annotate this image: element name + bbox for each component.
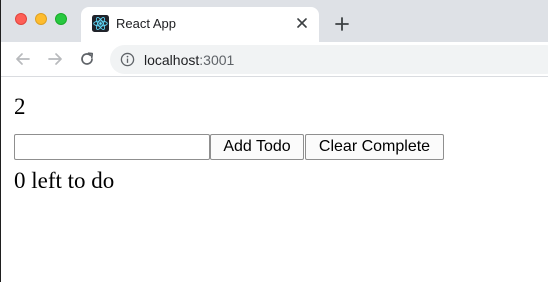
todo-input[interactable] [14,134,210,160]
plus-icon [335,17,349,31]
reload-icon [81,52,94,65]
arrow-left-icon [16,53,30,65]
new-tab-button[interactable] [331,13,353,35]
browser-tab[interactable]: React App [81,7,319,42]
url-host: localhost [144,52,200,68]
tab-strip: React App [1,0,548,42]
browser-toolbar: localhost:3001 [1,42,548,77]
react-atom-icon [92,15,109,32]
url-port: :3001 [199,52,235,68]
todo-count: 2 [14,94,26,119]
window-close-button[interactable] [15,13,27,25]
tab-title: React App [116,16,176,31]
remaining-count: 0 left to do [14,168,115,193]
reload-button[interactable] [76,48,98,70]
browser-window: React App localhost:3001 2 Add Todo Clea… [0,0,548,282]
address-bar[interactable]: localhost:3001 [110,45,548,74]
forward-button[interactable] [44,48,66,70]
tab-close-button[interactable] [293,14,311,32]
add-todo-button[interactable]: Add Todo [210,134,304,160]
clear-complete-button[interactable]: Clear Complete [305,134,444,160]
window-maximize-button[interactable] [55,13,67,25]
url-text: localhost:3001 [144,52,234,68]
back-button[interactable] [12,48,34,70]
window-minimize-button[interactable] [35,13,47,25]
close-icon [297,18,307,28]
arrow-right-icon [48,53,62,65]
page-content: 2 Add Todo Clear Complete 0 left to do [1,78,548,282]
info-icon[interactable] [120,52,135,67]
